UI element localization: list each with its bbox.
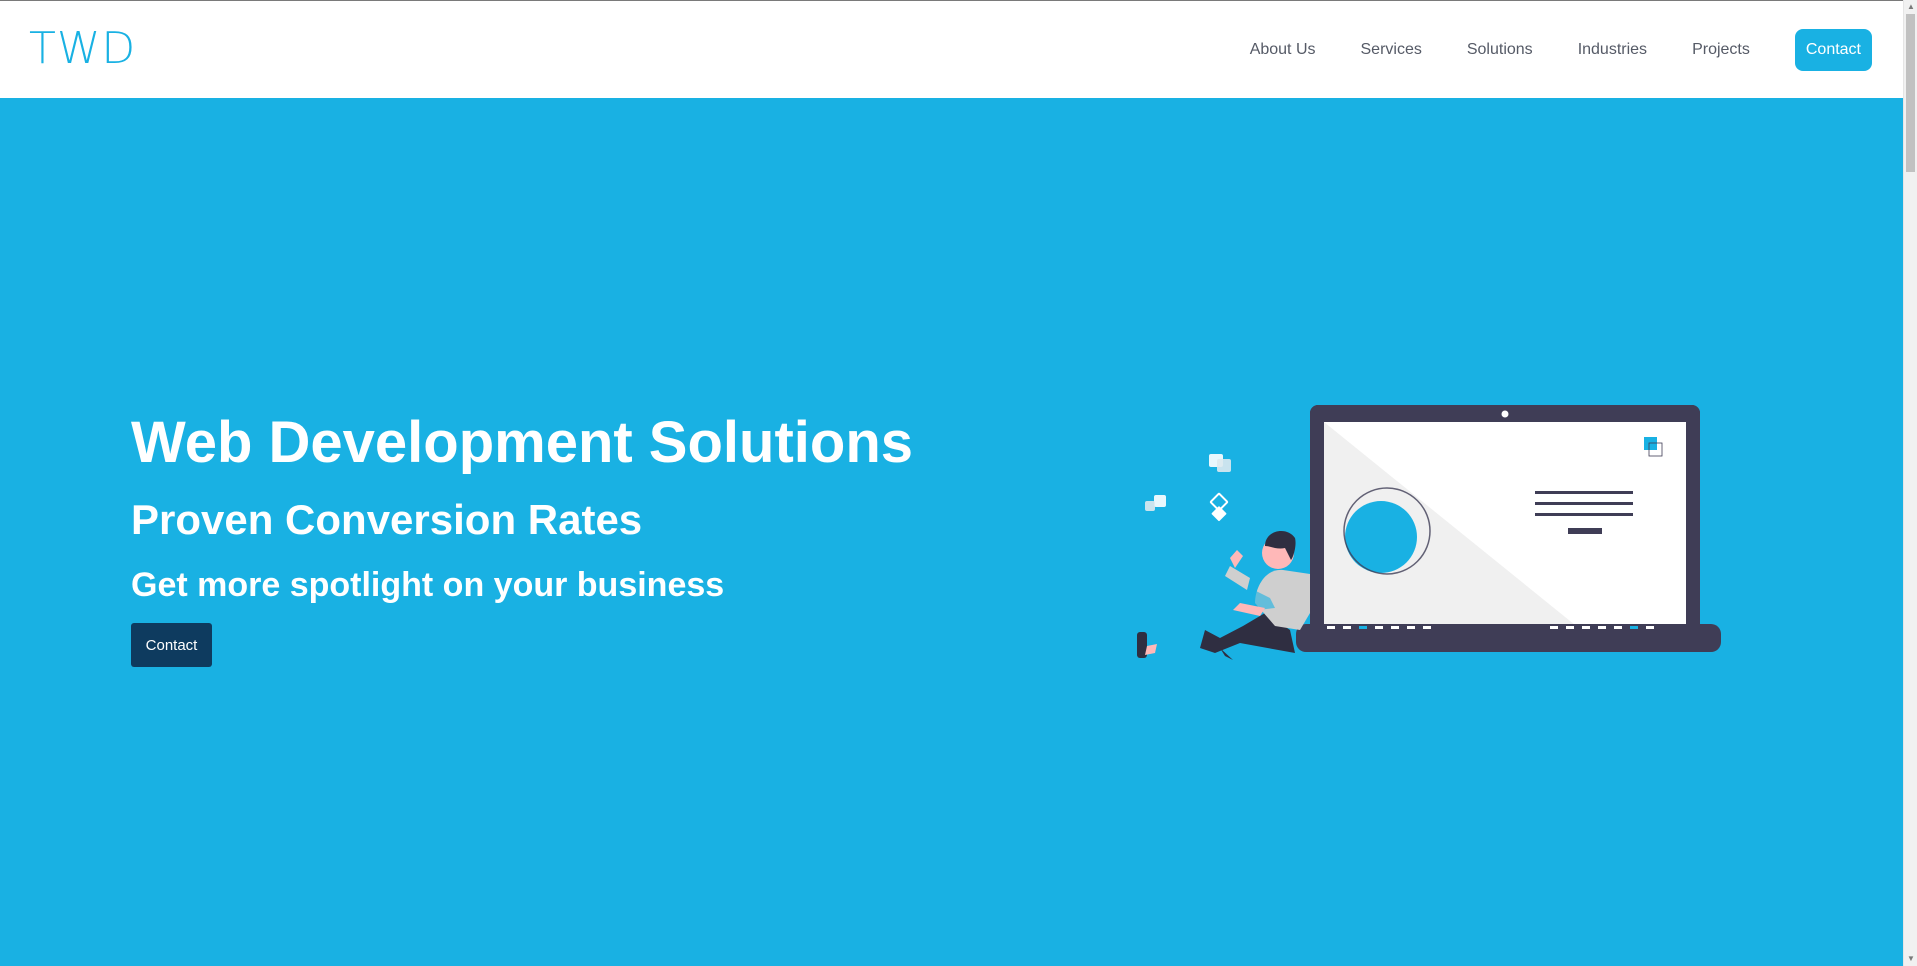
scroll-down-arrow-icon[interactable]: ▼ [1904, 952, 1917, 966]
nav-item-industries[interactable]: Industries [1578, 41, 1647, 59]
nav-item-solutions[interactable]: Solutions [1467, 41, 1533, 59]
nav-item-services[interactable]: Services [1361, 41, 1422, 59]
hero-tagline: Get more spotlight on your business [131, 566, 725, 604]
nav-item-about-us[interactable]: About Us [1250, 41, 1316, 59]
logo[interactable]: TWD [29, 23, 136, 74]
navbar: TWD About Us Services Solutions Industri… [0, 1, 1903, 98]
hero-section: Web Development Solutions Proven Convers… [0, 98, 1903, 966]
nav-item-projects[interactable]: Projects [1692, 41, 1750, 59]
laptop [1296, 405, 1721, 652]
nav-contact-button[interactable]: Contact [1794, 28, 1872, 71]
floating-shapes [1145, 454, 1231, 522]
person [1137, 531, 1310, 660]
hero-title: Web Development Solutions [131, 410, 914, 475]
nav-links: About Us Services Solutions Industries P… [1250, 1, 1903, 98]
scroll-up-arrow-icon[interactable]: ▲ [1904, 0, 1917, 14]
person-with-laptop-illustration [1137, 405, 1721, 660]
scrollbar-thumb[interactable] [1906, 14, 1915, 172]
vertical-scrollbar[interactable]: ▲ ▼ [1903, 0, 1917, 966]
hero-contact-button[interactable]: Contact [131, 623, 212, 667]
hero-subtitle: Proven Conversion Rates [131, 496, 643, 543]
